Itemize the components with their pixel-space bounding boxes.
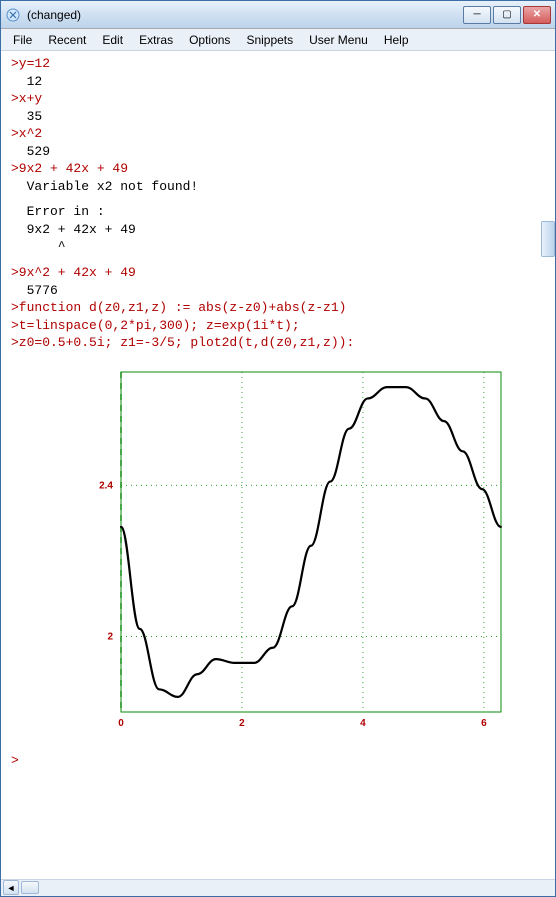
svg-text:6: 6 [481,718,487,729]
menu-help[interactable]: Help [376,31,417,49]
console-content[interactable]: >y=12 12>x+y 35>x^2 529>9x2 + 42x + 49 V… [1,51,555,879]
output-line: 35 [11,108,545,126]
window-controls: ─ ▢ ✕ [463,6,551,24]
spacer-line [11,256,545,264]
app-icon [5,7,21,23]
output-line: Error in : [11,203,545,221]
output-line: 9x2 + 42x + 49 [11,221,545,239]
horizontal-scrollbar-handle[interactable] [21,881,39,894]
output-line: 5776 [11,282,545,300]
output-line: 529 [11,143,545,161]
output-line: Variable x2 not found! [11,178,545,196]
menu-file[interactable]: File [5,31,40,49]
scroll-left-button[interactable]: ◄ [3,880,19,895]
input-line: >z0=0.5+0.5i; z1=-3/5; plot2d(t,d(z0,z1,… [11,334,545,352]
menu-recent[interactable]: Recent [40,31,94,49]
horizontal-scrollbar[interactable]: ◄ [1,879,555,896]
menu-user-menu[interactable]: User Menu [301,31,376,49]
svg-text:0: 0 [118,718,124,729]
menu-options[interactable]: Options [181,31,238,49]
output-line: 12 [11,73,545,91]
input-line: >function d(z0,z1,z) := abs(z-z0)+abs(z-… [11,299,545,317]
menu-extras[interactable]: Extras [131,31,181,49]
input-line: >x^2 [11,125,545,143]
svg-text:2.4: 2.4 [99,480,113,491]
input-line: >t=linspace(0,2*pi,300); z=exp(1i*t); [11,317,545,335]
minimize-button[interactable]: ─ [463,6,491,24]
prompt-line[interactable]: > [11,752,545,770]
maximize-button[interactable]: ▢ [493,6,521,24]
chart-svg: 0 2 4 6 2 2.4 [71,362,511,742]
vertical-scrollbar-handle[interactable] [541,221,555,257]
svg-text:2: 2 [239,718,245,729]
output-line: ^ [11,238,545,256]
menu-bar: File Recent Edit Extras Options Snippets… [1,29,555,51]
menu-edit[interactable]: Edit [94,31,131,49]
svg-text:4: 4 [360,718,366,729]
input-line: >9x2 + 42x + 49 [11,160,545,178]
window: (changed) ─ ▢ ✕ File Recent Edit Extras … [0,0,556,897]
svg-text:2: 2 [107,631,113,642]
close-button[interactable]: ✕ [523,6,551,24]
menu-snippets[interactable]: Snippets [238,31,301,49]
input-line: >x+y [11,90,545,108]
input-line: >9x^2 + 42x + 49 [11,264,545,282]
title-bar: (changed) ─ ▢ ✕ [1,1,555,29]
input-line: >y=12 [11,55,545,73]
window-title: (changed) [25,8,463,22]
chart: 0 2 4 6 2 2.4 [71,362,545,742]
spacer-line [11,195,545,203]
